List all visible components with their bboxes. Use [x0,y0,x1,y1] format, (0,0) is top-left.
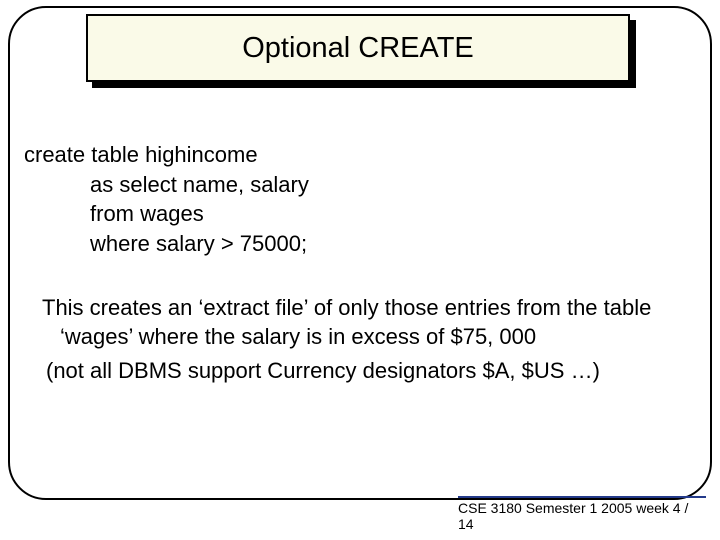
paragraph-note: (not all DBMS support Currency designato… [24,356,688,386]
slide-footer: CSE 3180 Semester 1 2005 week 4 / 14 [458,496,706,532]
paragraph-extract: This creates an ‘extract file’ of only t… [24,293,688,352]
code-line-4: where salary > 75000; [90,229,688,259]
code-line-1: create table highincome [24,140,688,170]
title-box: Optional CREATE [86,14,630,82]
slide-title: Optional CREATE [242,32,474,65]
code-line-2: as select name, salary [90,170,688,200]
code-line-3: from wages [90,199,688,229]
slide-body: create table highincome as select name, … [24,140,688,386]
